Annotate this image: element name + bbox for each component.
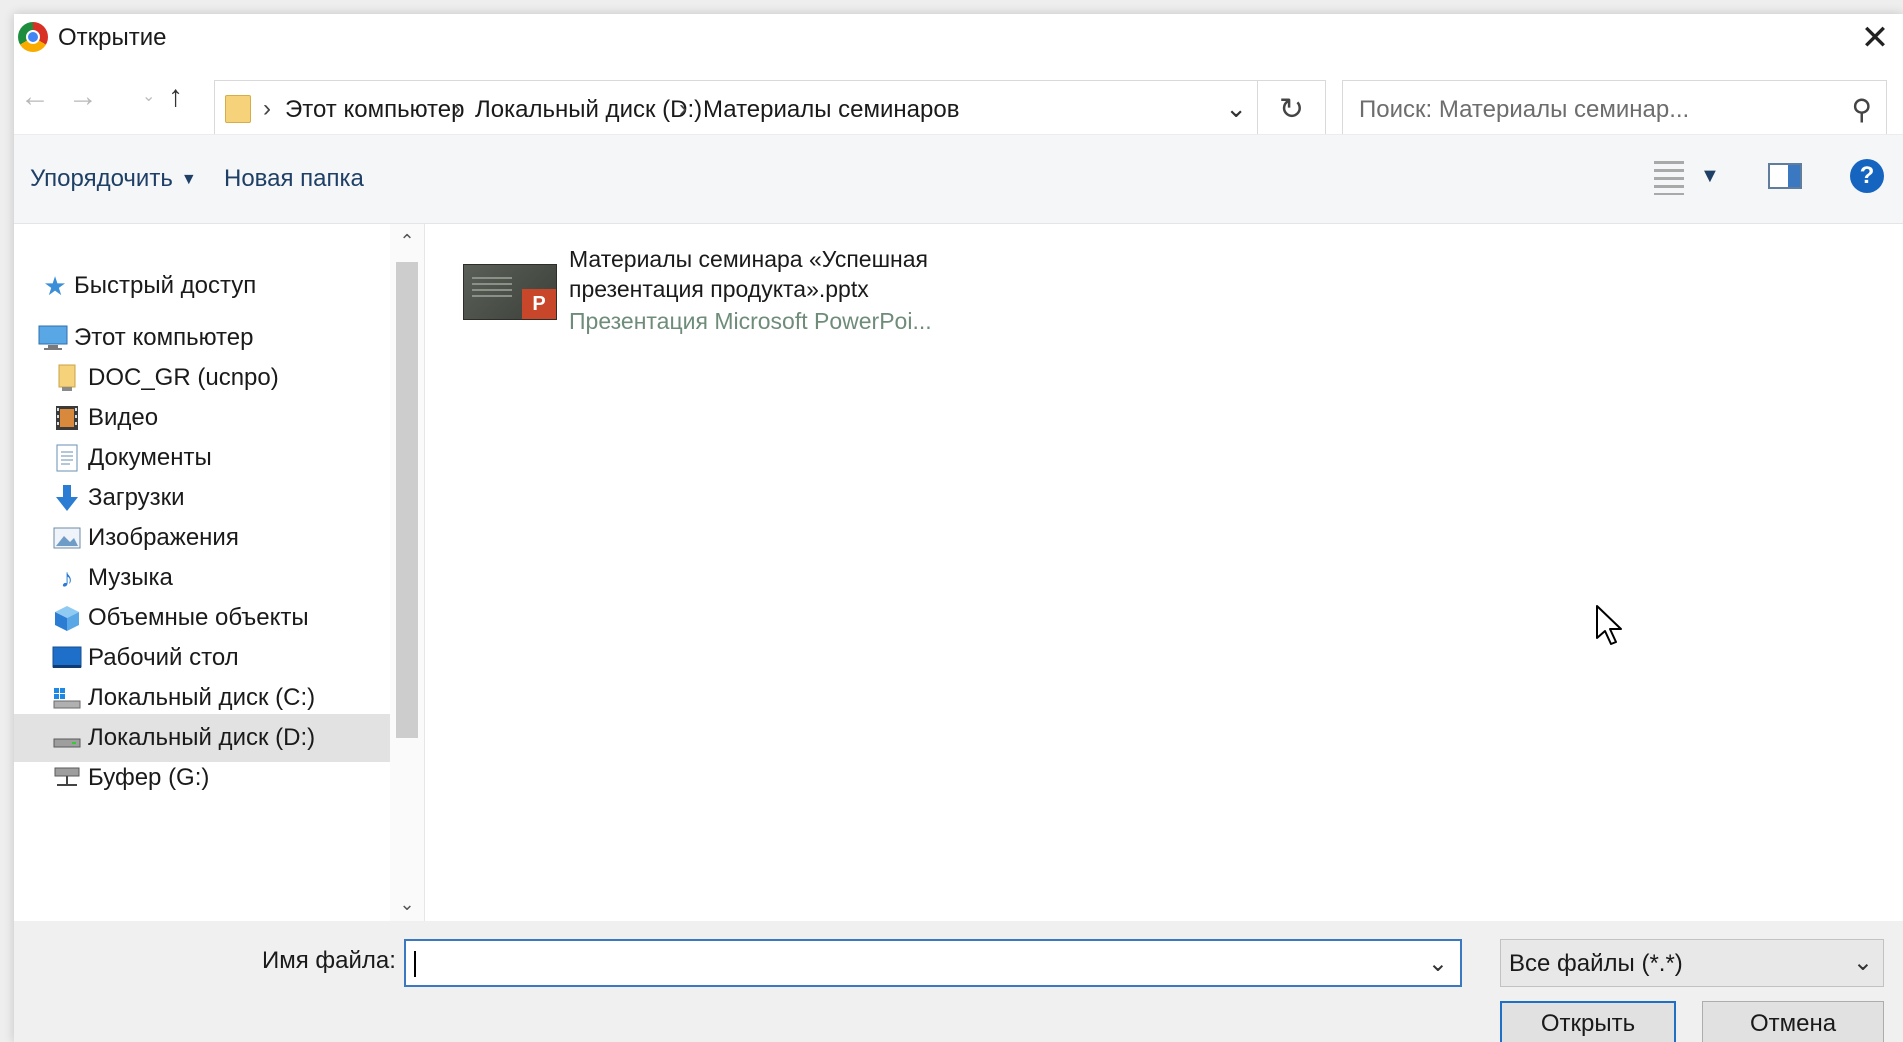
bottom-panel: Имя файла: ⌄ Все файлы (*.*) ⌄ Открыть О…	[14, 921, 1903, 1042]
file-name: Материалы семинара «Успешная презентация…	[569, 246, 928, 302]
filename-label: Имя файла:	[262, 947, 396, 974]
folder-icon	[225, 95, 251, 123]
caret-down-icon: ▼	[180, 170, 197, 188]
view-options-caret-icon[interactable]: ▼	[1700, 165, 1720, 188]
organize-button[interactable]: Упорядочить ▼	[30, 165, 197, 193]
sidebar-item-label: Видео	[88, 404, 159, 431]
sidebar-item-label: Объемные объекты	[88, 604, 309, 631]
scroll-up-icon[interactable]: ⌃	[390, 224, 424, 258]
network-drive-icon	[52, 763, 82, 793]
sidebar-item-label: DOC_GR (ucnpo)	[88, 364, 279, 391]
breadcrumb-separator-icon[interactable]: ›	[453, 95, 461, 123]
video-icon	[52, 403, 82, 433]
filetype-select[interactable]: Все файлы (*.*) ⌄	[1500, 939, 1884, 987]
file-type: Презентация Microsoft PowerPoi...	[569, 308, 932, 334]
breadcrumb-current-folder[interactable]: Материалы семинаров	[703, 96, 959, 124]
address-bar[interactable]: › Этот компьютер › Локальный диск (D:) ›…	[214, 80, 1258, 138]
filename-dropdown-chevron-icon[interactable]: ⌄	[1428, 949, 1448, 978]
help-icon[interactable]: ?	[1850, 159, 1884, 193]
title-bar: Открытие ✕	[14, 14, 1903, 62]
command-bar: Упорядочить ▼ Новая папка ▼ ?	[14, 134, 1903, 224]
filename-input[interactable]: ⌄	[404, 939, 1462, 987]
sidebar-item-label: Загрузки	[88, 484, 185, 511]
up-arrow-icon[interactable]: ↑	[168, 80, 183, 114]
powerpoint-icon: P	[522, 289, 556, 319]
filetype-value: Все файлы (*.*)	[1509, 950, 1683, 977]
refresh-icon: ↻	[1278, 92, 1305, 126]
search-placeholder: Поиск: Материалы семинар...	[1359, 96, 1690, 123]
search-input[interactable]: Поиск: Материалы семинар... ⚲	[1342, 80, 1887, 138]
sidebar-item-quick-access[interactable]: ★ Быстрый доступ	[14, 262, 390, 310]
sidebar-item-buffer-g[interactable]: Буфер (G:)	[14, 754, 390, 802]
drive-c-icon	[52, 683, 82, 713]
address-row: ← → ⌄ ↑ › Этот компьютер › Локальный дис…	[14, 62, 1903, 138]
documents-icon	[52, 443, 82, 473]
navigation-pane: ★ Быстрый доступ Этот компьютер DOC_GR (…	[14, 224, 424, 921]
sidebar-item-label: Быстрый доступ	[74, 272, 257, 299]
text-caret	[414, 951, 416, 977]
search-icon: ⚲	[1851, 94, 1872, 125]
sidebar-item-label: Локальный диск (D:)	[88, 724, 316, 751]
star-icon: ★	[43, 270, 67, 301]
close-icon: ✕	[1860, 19, 1890, 57]
sidebar-item-label: Локальный диск (C:)	[88, 684, 316, 711]
breadcrumb-drive-d[interactable]: Локальный диск (D:)	[475, 96, 702, 124]
address-dropdown-chevron-icon[interactable]: ⌄	[1225, 93, 1247, 124]
forward-arrow-icon[interactable]: →	[68, 80, 98, 114]
sidebar-item-label: Документы	[88, 444, 212, 471]
pptx-thumbnail: P	[463, 264, 557, 320]
organize-label: Упорядочить	[30, 165, 173, 192]
sidebar-item-label: Буфер (G:)	[88, 764, 210, 791]
drive-d-icon	[52, 723, 82, 753]
slide-preview	[472, 277, 512, 297]
open-file-dialog: Открытие ✕ ← → ⌄ ↑ › Этот компьютер › Ло…	[14, 14, 1903, 1042]
view-options-icon[interactable]	[1654, 161, 1684, 195]
3d-objects-icon	[52, 603, 82, 633]
recent-locations-chevron-icon[interactable]: ⌄	[142, 86, 155, 106]
scrollbar-thumb[interactable]	[396, 262, 418, 738]
images-icon	[52, 523, 82, 553]
refresh-button[interactable]: ↻	[1258, 80, 1326, 138]
breadcrumb-this-pc[interactable]: Этот компьютер	[285, 96, 464, 124]
breadcrumb-separator-icon[interactable]: ›	[263, 95, 271, 123]
preview-pane-icon[interactable]	[1768, 163, 1802, 189]
mouse-cursor-icon	[1595, 604, 1625, 651]
open-button[interactable]: Открыть	[1500, 1001, 1676, 1042]
new-folder-button[interactable]: Новая папка	[224, 165, 364, 193]
desktop-icon	[52, 643, 82, 673]
close-button[interactable]: ✕	[1847, 14, 1903, 62]
sidebar-item-label: Этот компьютер	[74, 324, 254, 351]
filetype-chevron-icon: ⌄	[1852, 949, 1873, 976]
download-icon	[52, 483, 82, 513]
back-arrow-icon[interactable]: ←	[20, 80, 50, 114]
chrome-icon	[18, 22, 48, 52]
file-item[interactable]: P Материалы семинара «Успешная презентац…	[463, 244, 1023, 344]
dialog-title: Открытие	[58, 24, 167, 51]
user-folder-icon	[52, 363, 82, 393]
sidebar-item-label: Музыка	[88, 564, 173, 591]
computer-icon	[38, 323, 68, 353]
music-icon: ♪	[60, 562, 74, 593]
file-list: P Материалы семинара «Успешная презентац…	[425, 224, 1903, 921]
cancel-button[interactable]: Отмена	[1702, 1001, 1884, 1042]
breadcrumb-separator-icon[interactable]: ›	[679, 95, 687, 123]
sidebar-item-label: Изображения	[88, 524, 239, 551]
navigation-scrollbar[interactable]: ⌃ ⌄	[390, 224, 424, 921]
scroll-down-icon[interactable]: ⌄	[390, 887, 424, 921]
sidebar-item-label: Рабочий стол	[88, 644, 239, 671]
